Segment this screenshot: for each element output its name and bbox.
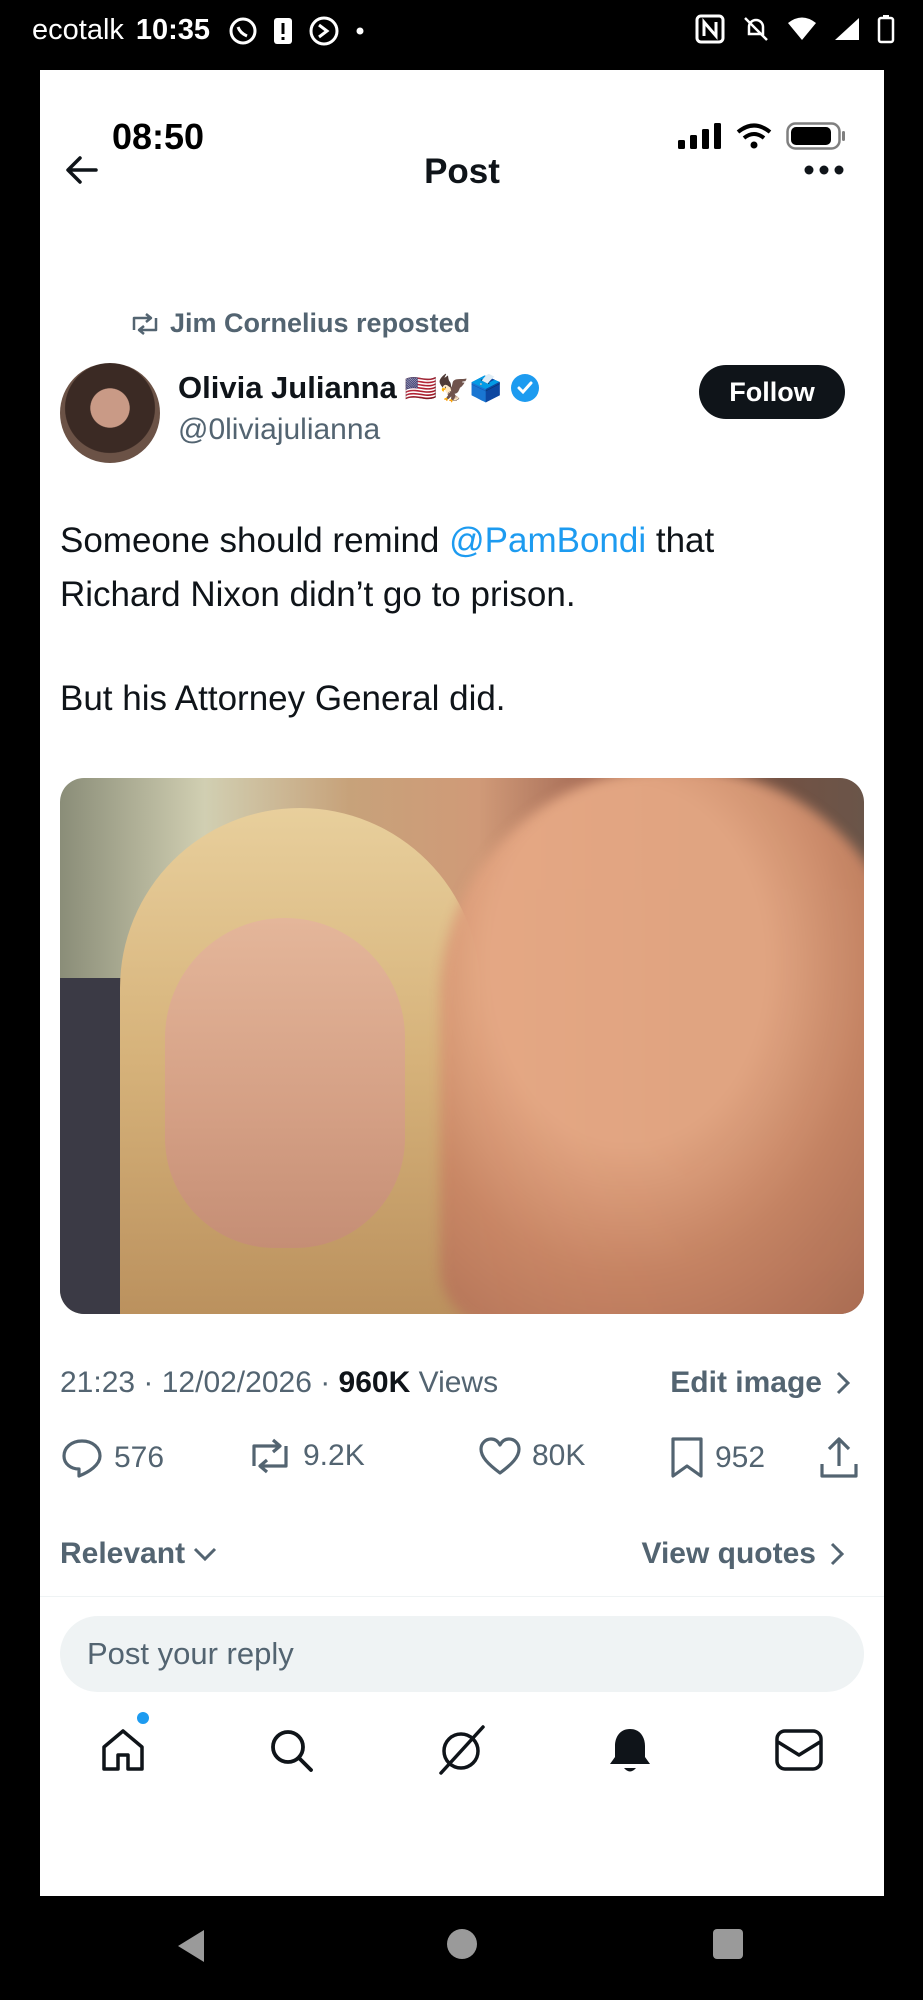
avatar[interactable] [60, 363, 160, 463]
bookmark-count: 952 [715, 1441, 766, 1474]
reply-count: 576 [114, 1441, 165, 1474]
post-text-line: But his Attorney General did. [60, 679, 506, 718]
action-bar: 576 9.2K 80K 952 [60, 1436, 864, 1496]
nav-home-icon[interactable] [446, 1928, 478, 1960]
screenshot-frame: 08:50 Post Jim Cornelius reposted Olivia… [40, 70, 884, 1896]
post-text-part: Someone should remind [60, 521, 450, 560]
tab-search[interactable] [261, 1720, 321, 1780]
dot-icon [356, 27, 364, 34]
bell-icon [610, 1729, 650, 1772]
bookmark-button[interactable]: 952 [669, 1436, 765, 1480]
author-handle[interactable]: @0liviajulianna [178, 413, 380, 447]
ios-battery-icon [786, 122, 845, 150]
grok-icon [439, 1725, 485, 1775]
bookmark-icon [671, 1437, 703, 1478]
post-text: Someone should remind @PamBondi that Ric… [60, 514, 850, 726]
tab-notifications[interactable] [600, 1720, 660, 1780]
nav-back-icon[interactable] [176, 1928, 208, 1964]
wifi-icon [788, 17, 816, 40]
edit-image-button[interactable]: Edit image [670, 1366, 850, 1400]
view-quotes-label: View quotes [641, 1537, 817, 1570]
like-button[interactable]: 80K [478, 1436, 585, 1476]
carrier-label: ecotalk [32, 14, 124, 46]
mute-icon [744, 17, 768, 41]
signal-icon [835, 18, 859, 40]
bottom-tab-bar [40, 1712, 884, 1820]
alert-icon [274, 17, 293, 44]
home-icon [102, 1729, 144, 1771]
cellular-icon [678, 123, 721, 149]
author-name-row[interactable]: Olivia Julianna 🇺🇸🦅🗳️ [178, 370, 540, 406]
share-button[interactable] [818, 1436, 860, 1480]
app-icon [309, 16, 339, 45]
ios-wifi-icon [736, 123, 772, 149]
repost-icon [132, 312, 158, 335]
divider [40, 1596, 884, 1597]
reply-button[interactable]: 576 [60, 1436, 164, 1480]
post-text-line: Richard Nixon didn’t go to prison. [60, 575, 576, 614]
author-emojis: 🇺🇸🦅🗳️ [404, 372, 502, 403]
like-icon [479, 1437, 521, 1475]
view-quotes-link[interactable]: View quotes [641, 1537, 844, 1571]
android-nav-bar [0, 1896, 923, 2000]
post-image[interactable] [60, 778, 864, 1314]
post-timestamp: 21:23 · 12/02/2026 · [60, 1366, 339, 1399]
views-count: 960K [338, 1366, 411, 1399]
verified-icon [510, 374, 539, 402]
home-notification-dot [137, 1712, 149, 1724]
tab-grok[interactable] [432, 1720, 492, 1780]
whatsapp-icon [229, 17, 257, 44]
repost-label: Jim Cornelius reposted [170, 308, 471, 338]
chevron-right-icon [830, 1542, 844, 1566]
repost-count: 9.2K [303, 1439, 365, 1472]
battery-icon [877, 15, 895, 44]
tab-home[interactable] [93, 1712, 153, 1780]
reply-placeholder: Post your reply [87, 1636, 294, 1671]
views-label: Views [410, 1366, 499, 1399]
chevron-down-icon [194, 1547, 217, 1561]
share-icon [820, 1437, 858, 1478]
like-count: 80K [532, 1439, 586, 1472]
author-name: Olivia Julianna [178, 370, 397, 405]
follow-button[interactable]: Follow [699, 365, 845, 419]
reply-icon [62, 1439, 102, 1478]
mention-link[interactable]: @PamBondi [449, 521, 646, 560]
nfc-icon [695, 14, 725, 44]
reply-input[interactable]: Post your reply [60, 1616, 864, 1692]
post-text-part: that [646, 521, 715, 560]
edit-image-label: Edit image [670, 1366, 822, 1399]
mail-icon [775, 1729, 823, 1771]
repost-banner[interactable]: Jim Cornelius reposted [130, 308, 470, 339]
repost-icon [252, 1438, 288, 1474]
relevant-dropdown[interactable]: Relevant [60, 1537, 217, 1571]
system-time: 10:35 [135, 14, 211, 46]
search-icon [271, 1730, 313, 1772]
tab-messages[interactable] [769, 1720, 829, 1780]
more-icon[interactable] [804, 164, 844, 176]
chevron-right-icon [836, 1371, 850, 1395]
repost-button[interactable]: 9.2K [247, 1436, 365, 1476]
page-title: Post [424, 152, 500, 191]
relevant-label: Relevant [60, 1537, 186, 1570]
post-meta: 21:23 · 12/02/2026 · 960K Views [60, 1366, 498, 1400]
nav-recents-icon[interactable] [712, 1928, 744, 1960]
android-status-bar: ecotalk 10:35 [0, 0, 923, 70]
